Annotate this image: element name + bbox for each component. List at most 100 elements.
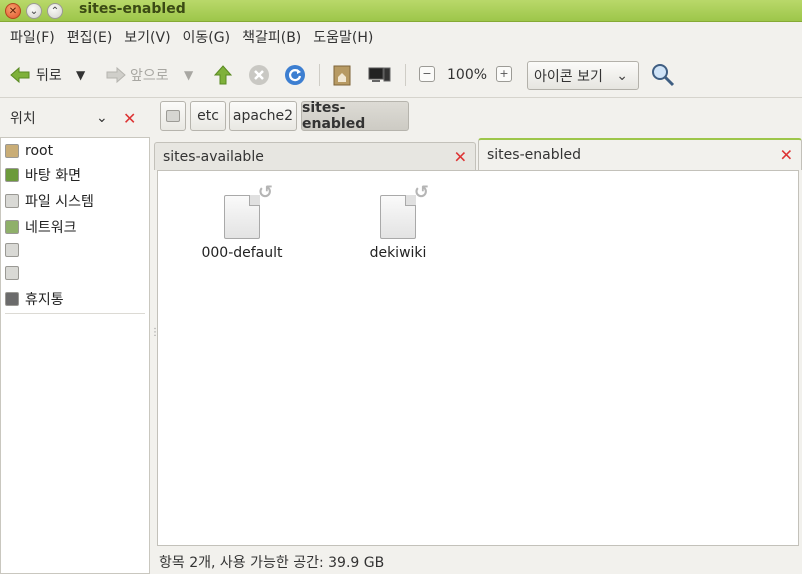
stop-button[interactable] (248, 62, 270, 88)
chevron-down-icon: ▼ (184, 68, 194, 82)
sidebar-item-filesystem[interactable]: 파일 시스템 (5, 190, 94, 212)
sidebar-mode-dropdown[interactable]: ⌄ (96, 110, 108, 126)
title-bar: ✕ ⌄ ⌃ sites-enabled (0, 0, 802, 22)
tab-sites-enabled[interactable]: sites-enabled ✕ (478, 138, 802, 170)
file-item[interactable]: ↺ dekiwiki (343, 182, 453, 261)
reload-button[interactable] (284, 62, 306, 88)
chevron-down-icon: ▼ (76, 68, 86, 82)
minimize-window-button[interactable]: ⌄ (26, 3, 42, 19)
menu-edit[interactable]: 편집(E) (61, 27, 119, 47)
stop-icon (249, 65, 269, 85)
close-icon: ✕ (779, 145, 793, 165)
sidebar-item-trash[interactable]: 휴지통 (5, 288, 64, 310)
tab-label: sites-available (163, 148, 264, 165)
forward-arrow-icon (106, 66, 126, 84)
path-crumb-label: apache2 (232, 108, 294, 124)
toolbar-separator (405, 64, 406, 86)
forward-button[interactable]: 앞으로 (106, 62, 169, 88)
window-title: sites-enabled (79, 1, 186, 17)
status-text: 항목 2개, 사용 가능한 공간: 39.9 GB (159, 554, 385, 571)
trash-icon (5, 292, 19, 306)
close-tab-button[interactable]: ✕ (780, 146, 793, 165)
path-crumb-label: etc (197, 108, 219, 124)
chevron-up-icon: ⌃ (50, 5, 60, 17)
sidebar-item-label: 휴지통 (25, 292, 64, 308)
up-button[interactable] (213, 62, 233, 88)
zoom-out-button[interactable]: − (419, 66, 435, 82)
drive-icon (5, 243, 19, 257)
sidebar-item-network[interactable]: 네트워크 (5, 216, 77, 238)
search-icon (652, 64, 675, 87)
computer-button[interactable] (368, 62, 392, 88)
sidebar-item-desktop[interactable]: 바탕 화면 (5, 164, 81, 186)
sidebar: root 바탕 화면 파일 시스템 네트워크 휴지통 (0, 137, 150, 574)
menu-file[interactable]: 파일(F) (4, 27, 61, 47)
forward-label: 앞으로 (130, 68, 169, 84)
tab-label: sites-enabled (487, 147, 581, 163)
sidebar-close-button[interactable]: ✕ (123, 109, 136, 128)
home-folder-icon (333, 65, 351, 86)
toolbar-separator (319, 64, 320, 86)
path-crumb-label: sites-enabled (302, 100, 366, 132)
sidebar-item-root[interactable]: root (5, 140, 53, 162)
sidebar-item-label: root (25, 143, 54, 159)
sidebar-item-drive[interactable] (5, 262, 25, 284)
drive-icon (5, 194, 19, 208)
sidebar-item-label: 네트워크 (25, 220, 77, 236)
tab-sites-available[interactable]: sites-available ✕ (154, 142, 476, 170)
reload-icon (285, 65, 305, 85)
close-icon: ✕ (8, 5, 18, 17)
symlink-file-icon: ↺ (380, 182, 429, 239)
pane-resize-handle[interactable]: ⋮ (150, 137, 160, 549)
path-crumb[interactable]: etc (190, 101, 226, 131)
sidebar-title: 위치 (10, 111, 36, 127)
back-arrow-icon (10, 66, 30, 84)
menu-help[interactable]: 도움말(H) (307, 27, 379, 47)
file-view[interactable]: ↺ 000-default ↺ dekiwiki (157, 170, 799, 546)
menu-bookmarks[interactable]: 책갈피(B) (236, 27, 307, 47)
chevron-down-icon: ⌄ (616, 67, 628, 84)
up-arrow-icon (213, 65, 233, 85)
file-item[interactable]: ↺ 000-default (187, 182, 297, 261)
toolbar: 뒤로 ▼ 앞으로 ▼ − 100% + 아이콘 보기 ⌄ (0, 52, 802, 98)
status-bar: 항목 2개, 사용 가능한 공간: 39.9 GB (155, 549, 802, 574)
zoom-in-button[interactable]: + (496, 66, 512, 82)
maximize-window-button[interactable]: ⌃ (47, 3, 63, 19)
chevron-down-icon: ⌄ (96, 110, 108, 126)
menu-go[interactable]: 이동(G) (177, 27, 237, 47)
symlink-file-icon: ↺ (224, 182, 273, 239)
back-label: 뒤로 (36, 68, 62, 84)
desktop-icon (5, 168, 19, 182)
view-mode-label: 아이콘 보기 (534, 68, 603, 85)
home-folder-icon (5, 144, 19, 158)
computer-icon (368, 67, 391, 82)
menu-bar: 파일(F) 편집(E) 보기(V) 이동(G) 책갈피(B) 도움말(H) (0, 22, 802, 52)
network-icon (5, 220, 19, 234)
file-name: dekiwiki (369, 245, 427, 261)
back-history-dropdown[interactable]: ▼ (76, 62, 85, 88)
close-tab-button[interactable]: ✕ (454, 147, 467, 166)
close-icon: ✕ (123, 108, 137, 128)
close-icon: ✕ (453, 147, 467, 166)
sidebar-divider (5, 313, 145, 314)
zoom-out-icon: − (422, 67, 432, 80)
file-name: 000-default (201, 245, 283, 261)
zoom-in-icon: + (499, 67, 509, 80)
zoom-level[interactable]: 100% (447, 62, 487, 88)
close-window-button[interactable]: ✕ (5, 3, 21, 19)
sidebar-item-drive[interactable] (5, 239, 25, 261)
home-button[interactable] (332, 62, 352, 88)
path-crumb[interactable]: apache2 (229, 101, 297, 131)
chevron-down-icon: ⌄ (29, 5, 39, 17)
sidebar-item-label: 바탕 화면 (25, 168, 81, 184)
sidebar-header: 위치 ⌄ ✕ (0, 100, 150, 136)
drive-icon (166, 110, 180, 122)
path-crumb-current[interactable]: sites-enabled (301, 100, 409, 132)
search-button[interactable] (651, 62, 675, 88)
forward-history-dropdown[interactable]: ▼ (184, 62, 193, 88)
menu-view[interactable]: 보기(V) (118, 27, 176, 47)
view-mode-select[interactable]: 아이콘 보기 ⌄ (527, 61, 639, 90)
drive-icon (5, 266, 19, 280)
back-button[interactable]: 뒤로 (10, 62, 62, 88)
path-crumb-root[interactable] (160, 101, 186, 131)
